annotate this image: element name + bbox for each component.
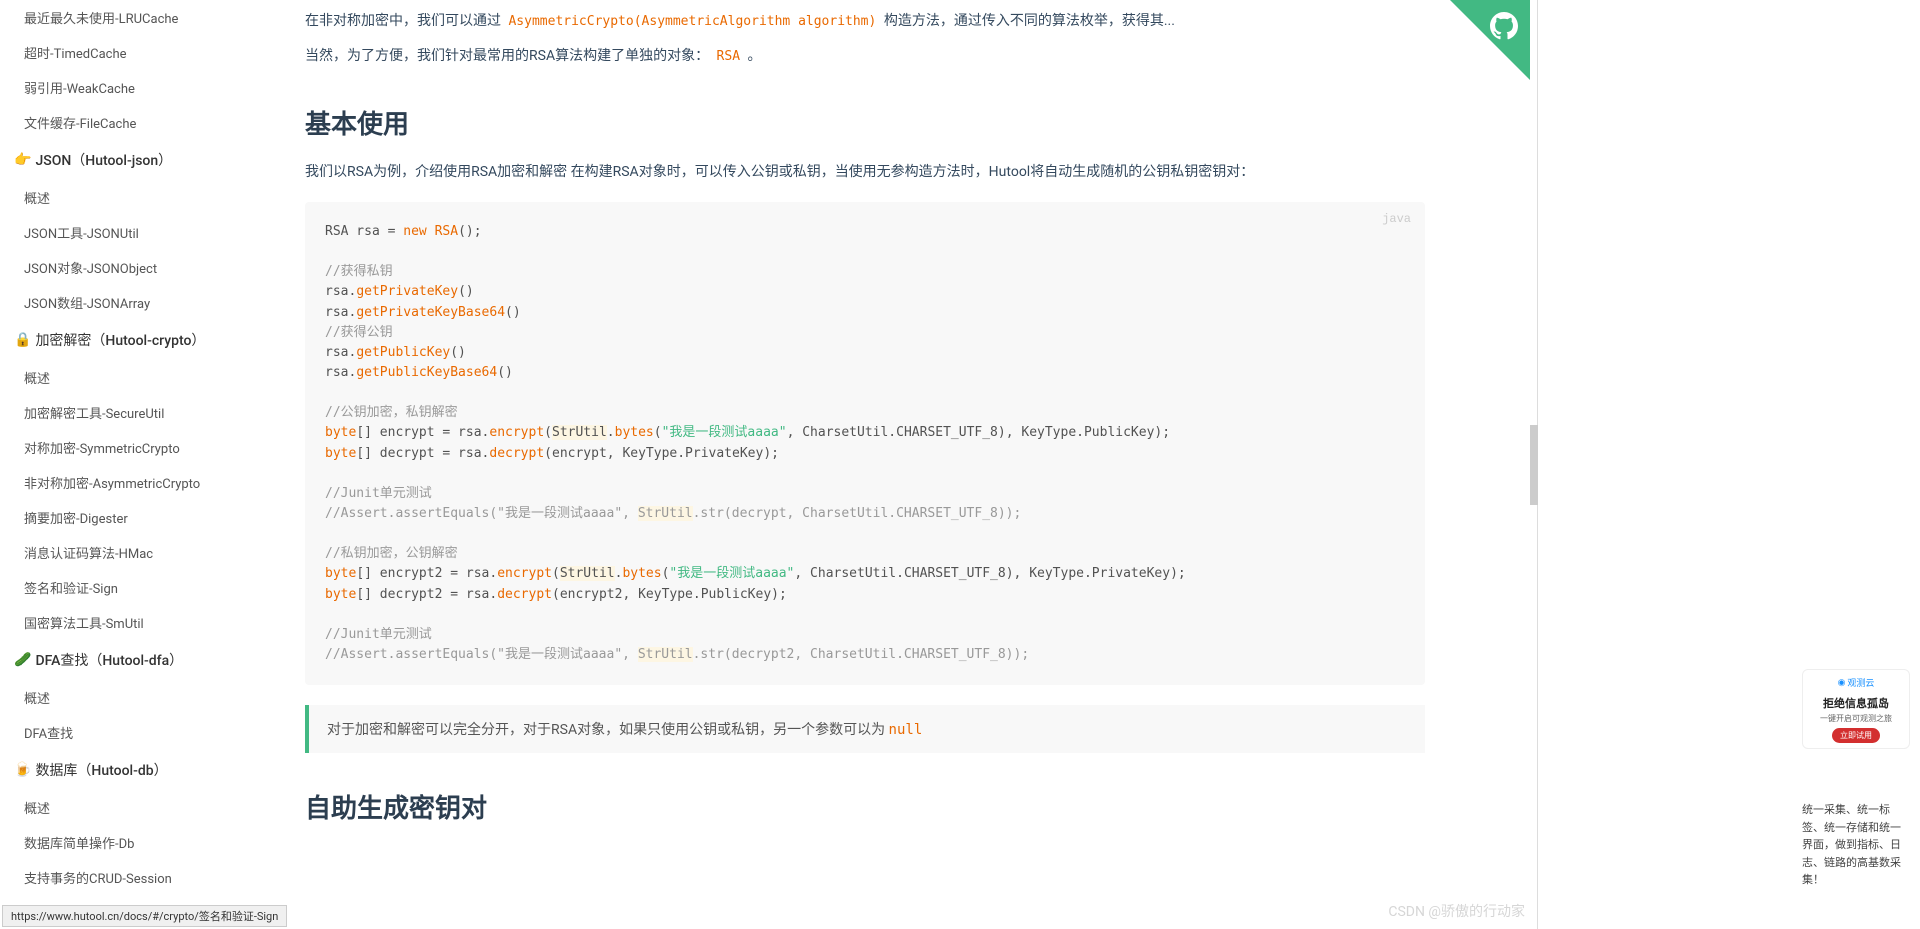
sidebar-item[interactable]: 概述 — [14, 360, 265, 395]
ad-cta-button[interactable]: 立即试用 — [1832, 728, 1880, 743]
scrollbar[interactable] — [1530, 0, 1538, 929]
sidebar-item[interactable]: 文件缓存-FileCache — [14, 105, 265, 140]
paragraph: 当然，为了方便，我们针对最常用的RSA算法构建了单独的对象： RSA 。 — [305, 43, 1425, 70]
status-bar-url: https://www.hutool.cn/docs/#/crypto/签名和验… — [2, 905, 287, 927]
sidebar-item[interactable]: 弱引用-WeakCache — [14, 70, 265, 105]
lock-icon: 🔒 — [14, 332, 31, 348]
sidebar-item[interactable]: 摘要加密-Digester — [14, 500, 265, 535]
cucumber-icon: 🥒 — [14, 652, 31, 668]
blockquote-tip: 对于加密和解密可以完全分开，对于RSA对象，如果只使用公钥或私钥，另一个参数可以… — [305, 705, 1425, 753]
main-content: 在非对称加密中，我们可以通过 AsymmetricCrypto(Asymmetr… — [265, 0, 1465, 929]
code-language-label: java — [1382, 210, 1411, 229]
inline-code: null — [889, 722, 923, 738]
beer-icon: 🍺 — [14, 762, 31, 778]
sidebar-item[interactable]: 概述 — [14, 790, 265, 825]
inline-code: RSA — [713, 47, 744, 66]
ad-title: 拒绝信息孤岛 — [1809, 695, 1903, 711]
cat-icon — [1490, 12, 1518, 40]
sidebar-item[interactable]: 对称加密-SymmetricCrypto — [14, 430, 265, 465]
ad-banner[interactable]: ◉观测云 拒绝信息孤岛 一键开启可观测之旅 立即试用 — [1802, 669, 1910, 749]
inline-code: AsymmetricCrypto(AsymmetricAlgorithm alg… — [504, 12, 880, 31]
sidebar-item[interactable]: 支持事务的CRUD-Session — [14, 860, 265, 895]
sidebar-group-dfa[interactable]: 🥒DFA查找（Hutool-dfa） — [14, 640, 265, 680]
ad-subtitle: 一键开启可观测之旅 — [1809, 713, 1903, 724]
sidebar-item[interactable]: JSON数组-JSONArray — [14, 285, 265, 320]
sidebar-group-db[interactable]: 🍺数据库（Hutool-db） — [14, 750, 265, 790]
sidebar-group-json[interactable]: 👉JSON（Hutool-json） — [14, 140, 265, 180]
paragraph: 我们以RSA为例，介绍使用RSA加密和解密 在构建RSA对象时，可以传入公钥或私… — [305, 159, 1425, 186]
ad-description: 统一采集、统一标签、统一存储和统一界面，做到指标、日志、链路的高基数采集！ — [1802, 801, 1910, 889]
sidebar-item[interactable]: 最近最久未使用-LRUCache — [14, 0, 265, 35]
pointing-hand-icon: 👉 — [14, 152, 31, 168]
ad-logo: ◉观测云 — [1809, 676, 1903, 689]
sidebar-item[interactable]: DFA查找 — [14, 715, 265, 750]
heading-basic-usage: 基本使用 — [305, 104, 1425, 141]
sidebar-item[interactable]: 数据库简单操作-Db — [14, 825, 265, 860]
heading-keygen: 自助生成密钥对 — [305, 788, 1425, 825]
sidebar-item[interactable]: 概述 — [14, 680, 265, 715]
sidebar-item[interactable]: 国密算法工具-SmUtil — [14, 605, 265, 640]
sidebar-item[interactable]: 签名和验证-Sign — [14, 570, 265, 605]
code-block-java: java RSA rsa = new RSA(); //获得私钥 rsa.get… — [305, 202, 1425, 685]
sidebar-item[interactable]: JSON对象-JSONObject — [14, 250, 265, 285]
sidebar-group-crypto[interactable]: 🔒加密解密（Hutool-crypto） — [14, 320, 265, 360]
sidebar-item[interactable]: JSON工具-JSONUtil — [14, 215, 265, 250]
watermark: CSDN @骄傲的行动家 — [1388, 901, 1525, 921]
paragraph: 在非对称加密中，我们可以通过 AsymmetricCrypto(Asymmetr… — [305, 8, 1425, 35]
sidebar-item[interactable]: 非对称加密-AsymmetricCrypto — [14, 465, 265, 500]
sidebar-item[interactable]: 概述 — [14, 180, 265, 215]
sidebar-item[interactable]: 加密解密工具-SecureUtil — [14, 395, 265, 430]
sidebar: 最近最久未使用-LRUCache 超时-TimedCache 弱引用-WeakC… — [0, 0, 265, 929]
sidebar-item[interactable]: 消息认证码算法-HMac — [14, 535, 265, 570]
sidebar-item[interactable]: 超时-TimedCache — [14, 35, 265, 70]
